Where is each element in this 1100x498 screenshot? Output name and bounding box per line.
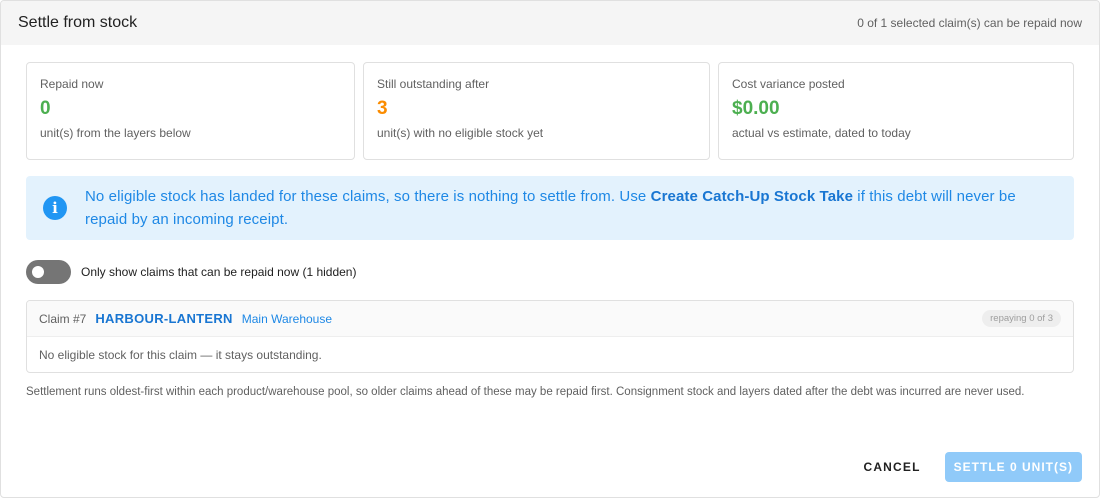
stat-sub: unit(s) from the layers below bbox=[40, 126, 191, 140]
stat-value: $0.00 bbox=[732, 98, 780, 119]
dialog-title: Settle from stock bbox=[18, 14, 138, 31]
stat-label: Still outstanding after bbox=[377, 77, 490, 91]
stat-card-repaid-now: Repaid now 0 unit(s) from the layers bel… bbox=[26, 62, 355, 160]
stat-label: Repaid now bbox=[40, 77, 104, 91]
claim-message: No eligible stock for this claim — it st… bbox=[39, 348, 322, 362]
alert-text-before: No eligible stock has landed for these c… bbox=[85, 188, 651, 205]
stat-value: 0 bbox=[40, 98, 51, 119]
info-icon: i bbox=[43, 196, 67, 220]
stat-card-cost-variance: Cost variance posted $0.00 actual vs est… bbox=[718, 62, 1074, 160]
filter-toggle-row: Only show claims that can be repaid now … bbox=[26, 260, 356, 284]
repaying-badge: repaying 0 of 3 bbox=[982, 310, 1061, 327]
dialog-actions: CANCEL SETTLE 0 UNIT(S) bbox=[853, 452, 1082, 482]
settle-from-stock-dialog: Settle from stock 0 of 1 selected claim(… bbox=[0, 0, 1100, 498]
summary-stats: Repaid now 0 unit(s) from the layers bel… bbox=[26, 62, 1074, 160]
settlement-footnote: Settlement runs oldest-first within each… bbox=[26, 386, 1025, 398]
claim-card: Claim #7 HARBOUR-LANTERN Main Warehouse … bbox=[26, 300, 1074, 373]
stat-label: Cost variance posted bbox=[732, 77, 845, 91]
settle-units-button[interactable]: SETTLE 0 UNIT(S) bbox=[944, 452, 1082, 482]
alert-message: No eligible stock has landed for these c… bbox=[85, 185, 1058, 231]
toggle-label: Only show claims that can be repaid now … bbox=[81, 265, 357, 279]
claim-product-link[interactable]: HARBOUR-LANTERN bbox=[95, 311, 232, 326]
stat-value: 3 bbox=[377, 98, 388, 119]
dialog-header: Settle from stock 0 of 1 selected claim(… bbox=[1, 1, 1099, 45]
claim-number: Claim #7 bbox=[39, 311, 87, 326]
stat-sub: unit(s) with no eligible stock yet bbox=[377, 126, 544, 140]
selection-status: 0 of 1 selected claim(s) can be repaid n… bbox=[857, 16, 1082, 30]
only-repayable-toggle[interactable] bbox=[26, 260, 71, 284]
cancel-button[interactable]: CANCEL bbox=[853, 452, 930, 482]
toggle-knob bbox=[32, 266, 44, 278]
claim-warehouse-link[interactable]: Main Warehouse bbox=[242, 312, 332, 326]
stat-sub: actual vs estimate, dated to today bbox=[732, 126, 911, 140]
claim-header: Claim #7 HARBOUR-LANTERN Main Warehouse … bbox=[27, 301, 1073, 337]
info-alert: i No eligible stock has landed for these… bbox=[26, 176, 1074, 240]
create-catch-up-stock-take-link[interactable]: Create Catch-Up Stock Take bbox=[651, 188, 853, 205]
stat-card-still-outstanding: Still outstanding after 3 unit(s) with n… bbox=[363, 62, 710, 160]
